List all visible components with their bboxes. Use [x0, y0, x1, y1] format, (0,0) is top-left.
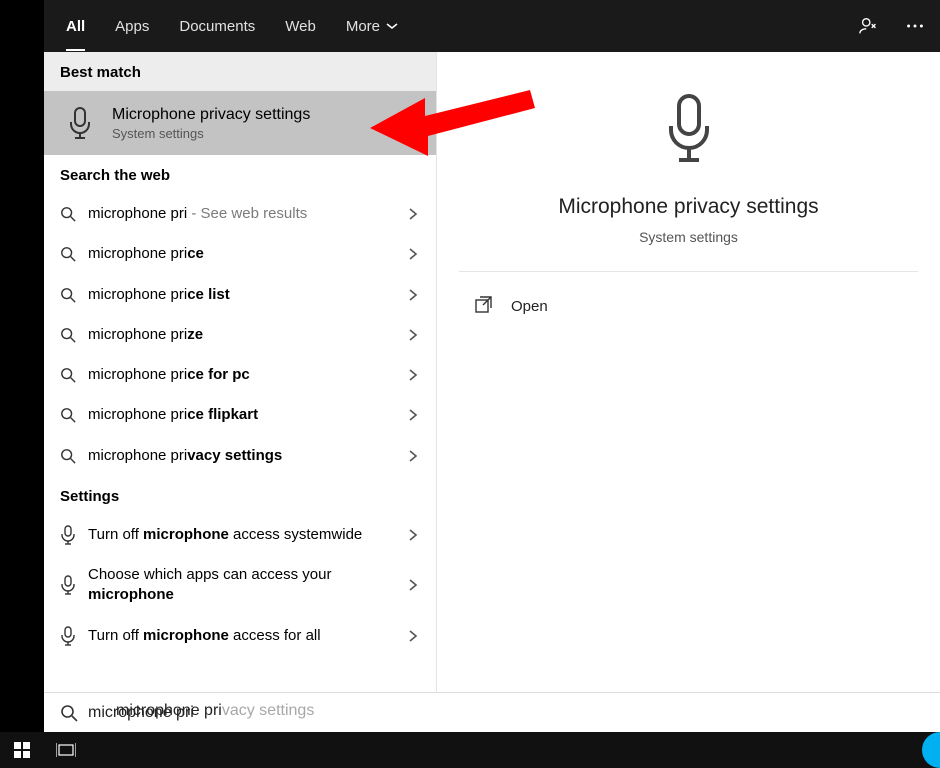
best-match-title: Microphone privacy settings — [112, 106, 310, 124]
web-result-1[interactable]: microphone price — [44, 234, 436, 274]
search-input[interactable] — [88, 704, 924, 722]
web-result-text: microphone price list — [88, 285, 406, 305]
web-result-4[interactable]: microphone price for pc — [44, 355, 436, 395]
tab-web[interactable]: Web — [285, 4, 316, 49]
tab-more-label: More — [346, 18, 380, 35]
settings-result-text: Turn off microphone access for all — [88, 626, 406, 646]
chevron-right-icon — [406, 288, 420, 302]
section-settings: Settings — [44, 476, 436, 515]
tab-apps[interactable]: Apps — [115, 4, 149, 49]
detail-open-action[interactable]: Open — [437, 272, 940, 341]
search-icon — [60, 327, 88, 343]
detail-subtitle: System settings — [479, 229, 898, 245]
web-result-text: microphone price — [88, 244, 406, 264]
settings-result-0[interactable]: Turn off microphone access systemwide — [44, 515, 436, 555]
best-match-subtitle: System settings — [112, 126, 310, 141]
settings-result-text: Choose which apps can access your microp… — [88, 565, 406, 606]
chevron-right-icon — [406, 368, 420, 382]
chevron-right-icon — [406, 247, 420, 261]
search-icon — [60, 448, 88, 464]
task-view-button[interactable] — [44, 732, 88, 768]
search-tab-bar: All Apps Documents Web More — [44, 0, 940, 52]
detail-pane: Microphone privacy settings System setti… — [437, 52, 940, 732]
search-icon — [60, 704, 78, 722]
chevron-right-icon — [406, 578, 420, 592]
search-icon — [60, 246, 88, 262]
detail-title: Microphone privacy settings — [479, 195, 898, 219]
settings-result-2[interactable]: Turn off microphone access for all — [44, 616, 436, 656]
search-icon — [60, 287, 88, 303]
chevron-right-icon — [406, 449, 420, 463]
open-icon — [475, 296, 497, 317]
microphone-icon — [60, 525, 88, 545]
chevron-right-icon — [406, 528, 420, 542]
results-column: Best match Microphone privacy settings S… — [44, 52, 437, 732]
web-result-text: microphone privacy settings — [88, 446, 406, 466]
search-bar[interactable]: microphone privacy settings — [44, 692, 940, 732]
web-result-text: microphone price flipkart — [88, 405, 406, 425]
web-result-2[interactable]: microphone price list — [44, 275, 436, 315]
window-left-strip — [0, 0, 44, 768]
search-icon — [60, 407, 88, 423]
chevron-right-icon — [406, 629, 420, 643]
web-result-text: microphone prize — [88, 325, 406, 345]
feedback-icon[interactable] — [858, 15, 880, 37]
microphone-large-icon — [661, 92, 717, 166]
tab-documents[interactable]: Documents — [179, 4, 255, 49]
web-result-text: microphone pri - See web results — [88, 204, 406, 224]
taskbar — [0, 732, 940, 768]
section-best-match: Best match — [44, 52, 436, 91]
taskbar-tray-icon[interactable] — [918, 732, 940, 768]
microphone-icon — [60, 626, 88, 646]
search-icon — [60, 206, 88, 222]
settings-result-1[interactable]: Choose which apps can access your microp… — [44, 555, 436, 616]
more-options-icon[interactable] — [904, 15, 926, 37]
best-match-result[interactable]: Microphone privacy settings System setti… — [44, 91, 436, 155]
chevron-right-icon — [406, 328, 420, 342]
web-result-6[interactable]: microphone privacy settings — [44, 436, 436, 476]
microphone-icon — [60, 575, 88, 595]
web-result-0[interactable]: microphone pri - See web results — [44, 194, 436, 234]
chevron-down-icon — [386, 20, 398, 32]
web-result-3[interactable]: microphone prize — [44, 315, 436, 355]
start-button[interactable] — [0, 732, 44, 768]
tab-all[interactable]: All — [66, 4, 85, 51]
chevron-right-icon — [406, 207, 420, 221]
open-label: Open — [511, 298, 548, 315]
web-result-text: microphone price for pc — [88, 365, 406, 385]
microphone-icon — [60, 103, 100, 143]
search-icon — [60, 367, 88, 383]
settings-result-text: Turn off microphone access systemwide — [88, 525, 406, 545]
web-result-5[interactable]: microphone price flipkart — [44, 395, 436, 435]
chevron-right-icon — [406, 408, 420, 422]
section-search-web: Search the web — [44, 155, 436, 194]
tab-more[interactable]: More — [346, 4, 398, 49]
